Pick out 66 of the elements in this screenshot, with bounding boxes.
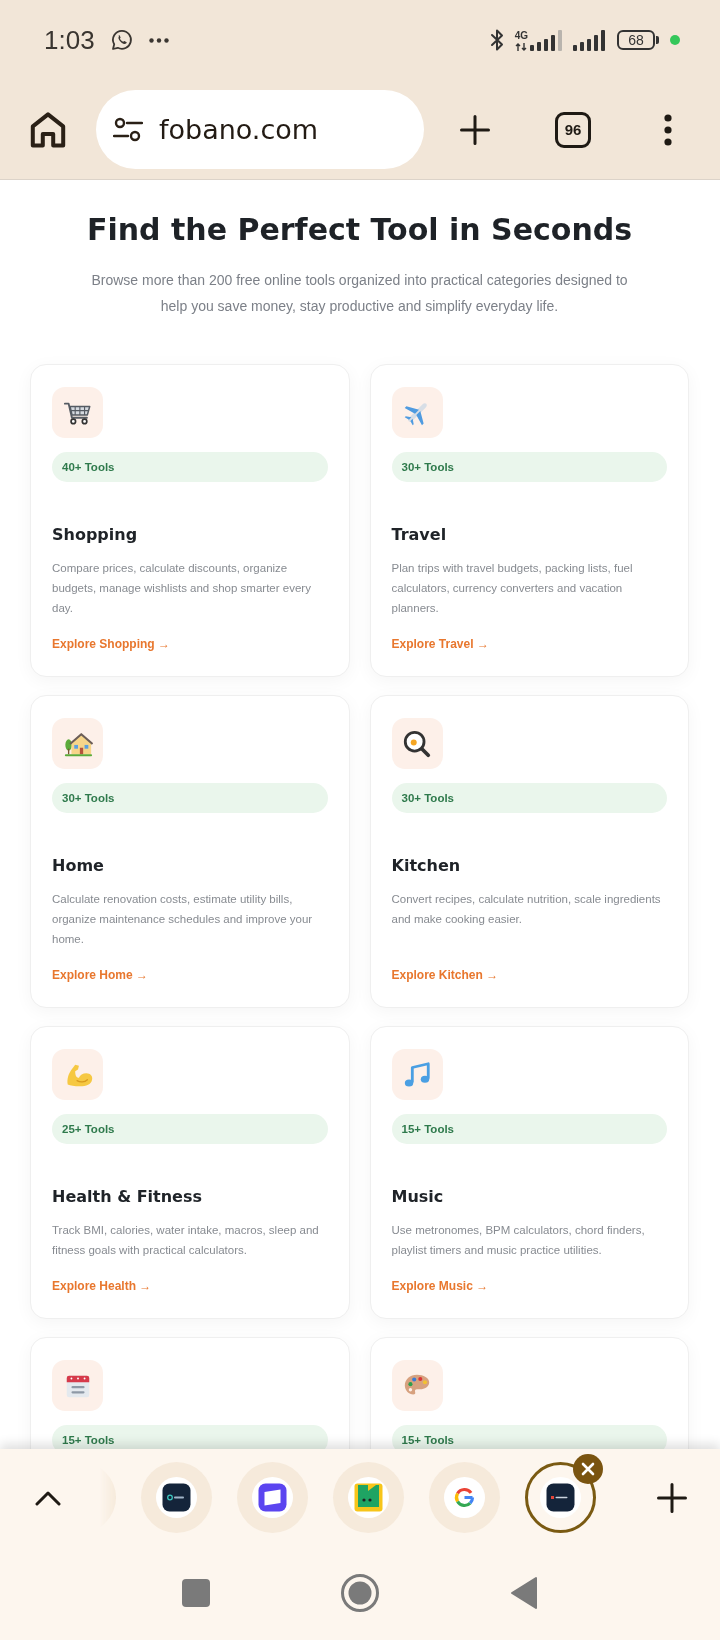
- page-subtitle: Browse more than 200 free online tools organized into practical categories designed to help you save money, stay productive and simplify everyday life.: [90, 271, 629, 316]
- music-note-icon: [391, 1049, 443, 1100]
- close-tab-button[interactable]: [572, 1454, 603, 1484]
- signal-bars-icon: [573, 29, 606, 51]
- status-dot-icon: [670, 35, 680, 45]
- frying-pan-icon: [391, 718, 443, 769]
- tool-count-badge: 15+ Tools: [52, 1425, 328, 1449]
- data-arrows-icon: [515, 43, 528, 51]
- close-icon: [580, 1462, 595, 1476]
- g-logo-icon: [443, 1477, 485, 1518]
- back-triangle-icon: [510, 1576, 538, 1610]
- square-icon: [182, 1579, 210, 1607]
- explore-link[interactable]: Explore Shopping →: [52, 634, 170, 654]
- ring-circle-icon: [341, 1574, 379, 1612]
- explore-link[interactable]: Explore Music →: [391, 1276, 489, 1296]
- category-description: Plan trips with travel budgets, packing lists, fuel calculators, currency converters and vacation planners.: [391, 561, 634, 616]
- plus-icon: [657, 1482, 687, 1513]
- signal-bars-icon: [529, 29, 562, 51]
- home-button[interactable]: [28, 109, 68, 150]
- network-type-label: 4G: [514, 30, 528, 41]
- shopping-cart-icon: [52, 387, 103, 438]
- more-vertical-icon: [664, 113, 672, 146]
- category-title: Kitchen: [391, 855, 461, 877]
- explore-link[interactable]: Explore Kitchen →: [391, 965, 499, 985]
- sliders-icon: [113, 116, 143, 143]
- clock-time: 1:03: [44, 25, 95, 55]
- category-description: Convert recipes, calculate nutrition, scale ingredients and make cooking easier.: [391, 892, 662, 927]
- chevron-up-icon: [35, 1489, 61, 1506]
- chat-bubble-icon: [109, 28, 134, 52]
- tool-count-badge: 30+ Tools: [391, 783, 667, 813]
- category-title: Health & Fitness: [52, 1186, 202, 1208]
- mascot-tile-icon: [347, 1477, 389, 1518]
- bluetooth-icon: [489, 28, 504, 52]
- site-logo-icon: [155, 1477, 197, 1518]
- tool-count-badge: 30+ Tools: [391, 452, 667, 482]
- explore-link[interactable]: Explore Home →: [52, 965, 149, 985]
- category-title: Home: [52, 855, 104, 877]
- tool-count-badge: 40+ Tools: [52, 452, 328, 482]
- paint-palette-icon: [391, 1360, 443, 1411]
- house-icon: [52, 718, 103, 769]
- home-icon: [30, 111, 66, 148]
- calendar-icon: [52, 1360, 103, 1411]
- url-text: fobano.com: [159, 112, 319, 147]
- page-heading: Find the Perfect Tool in Seconds: [85, 212, 634, 248]
- airplane-icon: [391, 387, 443, 438]
- home-nav-button[interactable]: [340, 1573, 380, 1613]
- category-title: Travel: [391, 524, 447, 546]
- plus-icon: [460, 114, 490, 145]
- flexed-arm-icon: [52, 1049, 103, 1100]
- site-logo-icon: [539, 1477, 581, 1518]
- window-tile-icon: [251, 1477, 293, 1518]
- category-description: Use metronomes, BPM calculators, chord finders, playlist timers and music practice utilities.: [391, 1223, 646, 1258]
- category-description: Track BMI, calories, water intake, macros, sleep and fitness goals with practical calculators.: [52, 1223, 320, 1258]
- category-title: Shopping: [52, 524, 138, 546]
- explore-link[interactable]: Explore Health →: [52, 1276, 152, 1296]
- explore-link[interactable]: Explore Travel →: [391, 634, 489, 654]
- category-description: Compare prices, calculate discounts, organize budgets, manage wishlists and shop smarter every day.: [52, 561, 312, 616]
- tool-count-badge: 25+ Tools: [52, 1114, 328, 1144]
- more-dots-icon: [148, 37, 169, 43]
- tool-count-badge: 30+ Tools: [52, 783, 328, 813]
- category-title: Music: [391, 1186, 444, 1208]
- tool-count-badge: 15+ Tools: [391, 1425, 667, 1449]
- category-description: Calculate renovation costs, estimate utility bills, organize maintenance schedules and improve your home.: [52, 892, 314, 947]
- tool-count-badge: 15+ Tools: [391, 1114, 667, 1144]
- tab-count-button[interactable]: 96: [555, 111, 591, 148]
- address-bar[interactable]: fobano.com: [96, 90, 424, 169]
